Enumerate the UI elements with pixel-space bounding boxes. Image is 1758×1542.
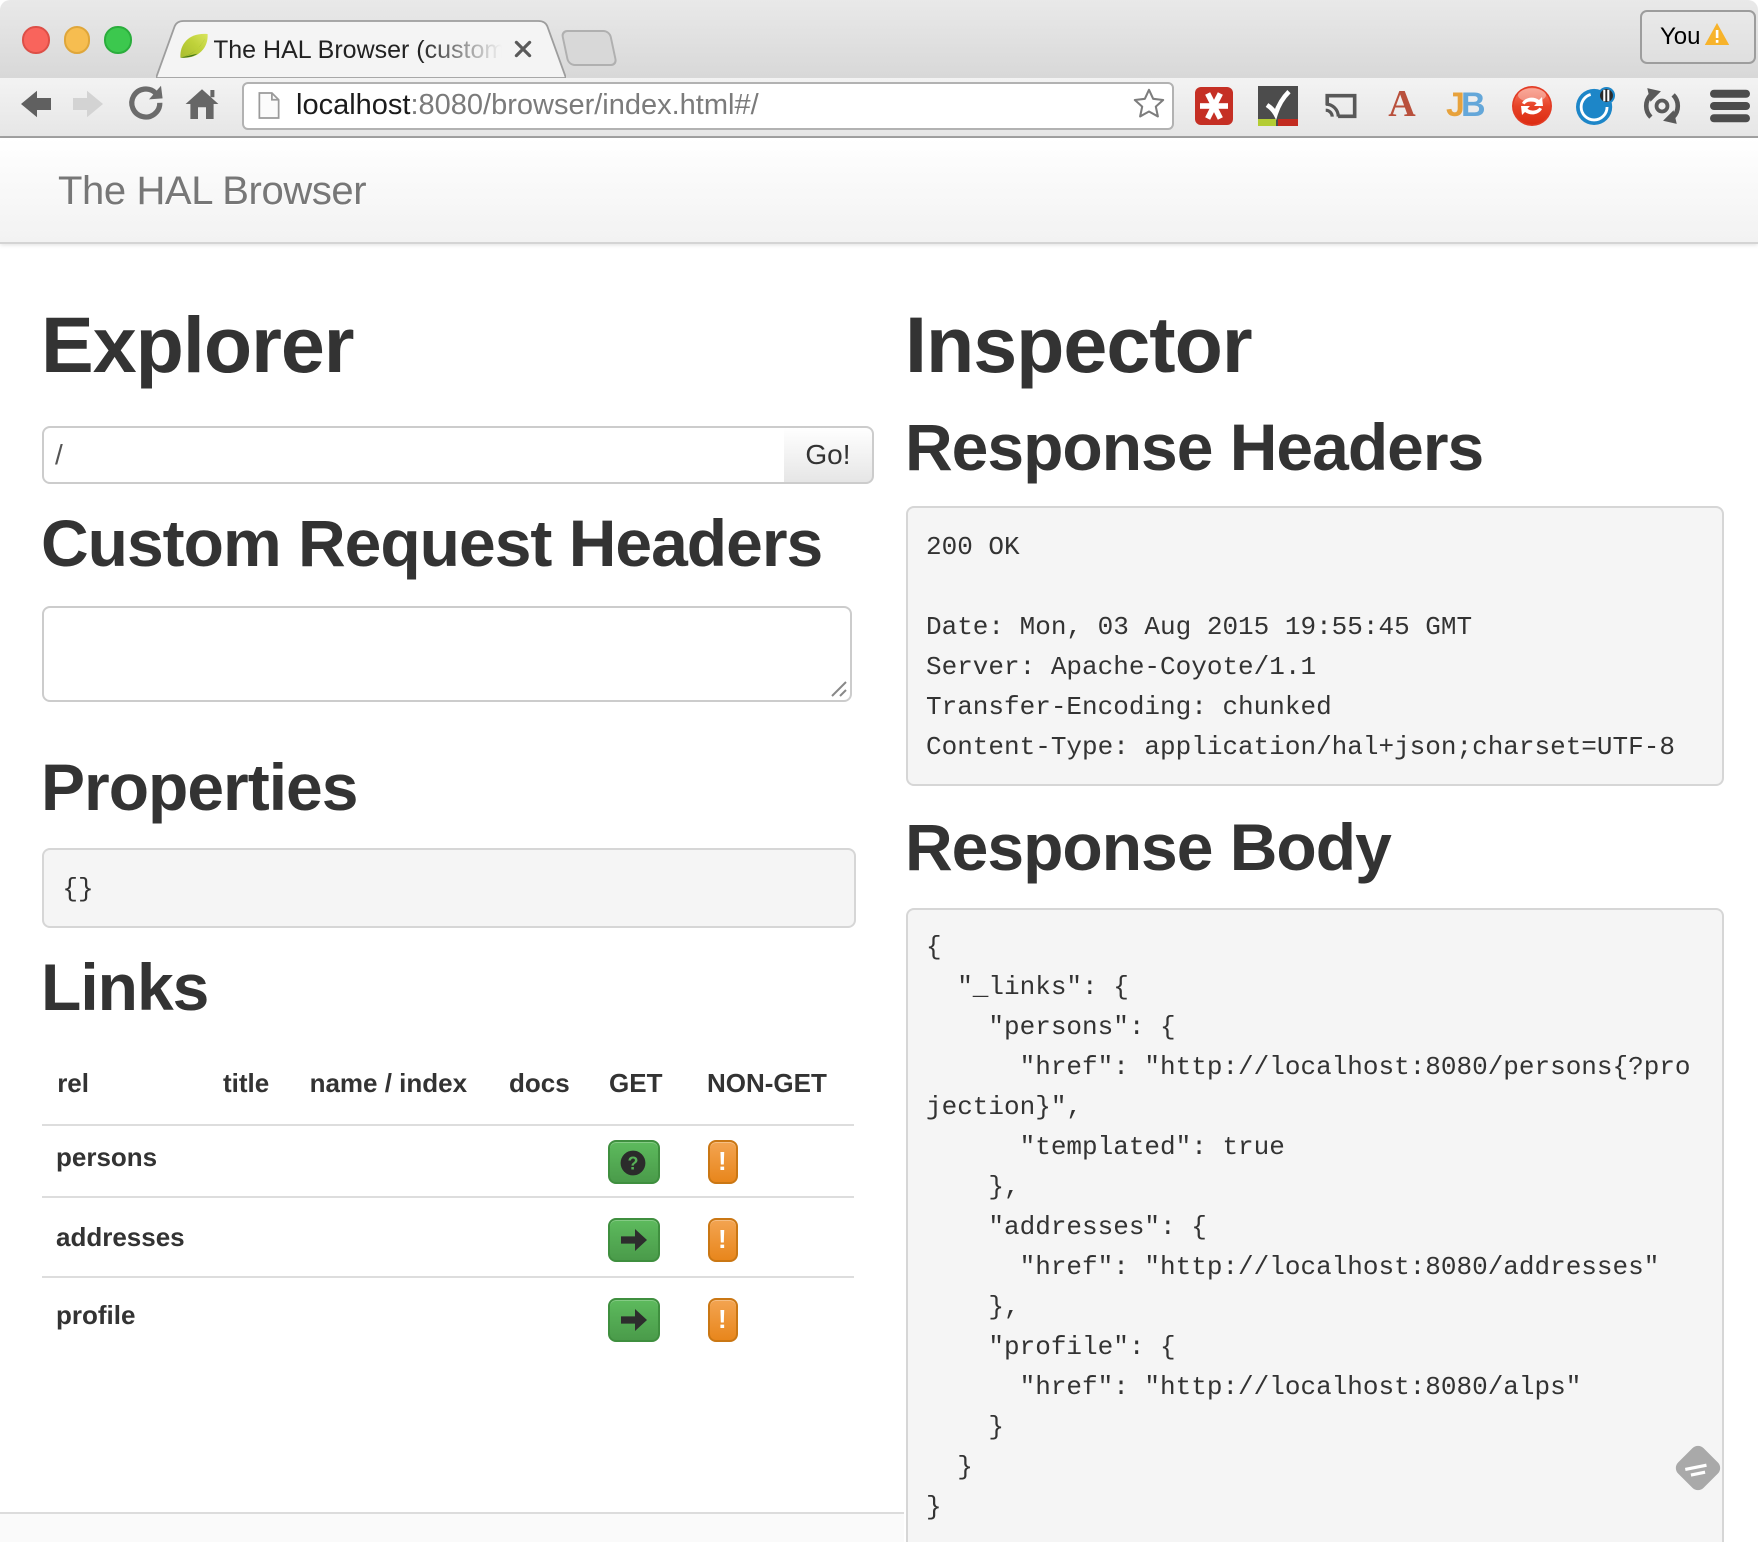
svg-text:?: ? xyxy=(628,1153,639,1173)
